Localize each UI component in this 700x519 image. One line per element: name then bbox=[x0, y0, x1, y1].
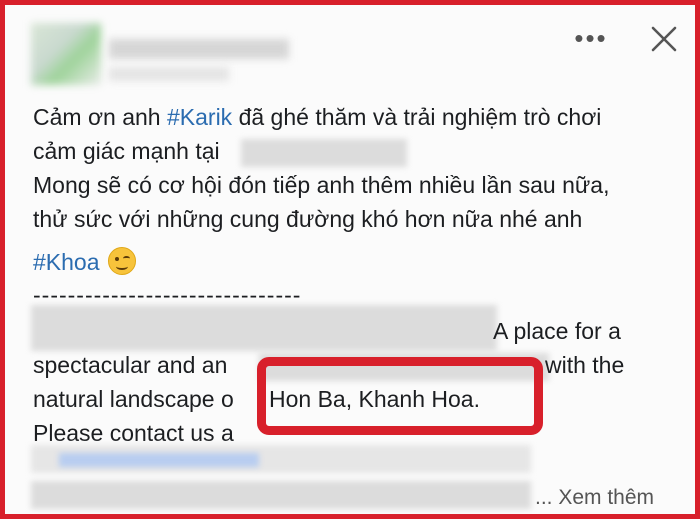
post-text-line: Please contact us a bbox=[33, 420, 234, 446]
post-text-line: thử sức với những cung đường khó hơn nữa… bbox=[33, 206, 583, 232]
hashtag-line: #Khoa bbox=[33, 247, 136, 276]
avatar[interactable] bbox=[31, 23, 101, 85]
redacted-brand-text bbox=[31, 305, 497, 351]
redacted-text bbox=[31, 481, 531, 509]
post-text-line: A place for a bbox=[493, 318, 621, 344]
post-text-line: Cảm ơn anh #Karik đã ghé thăm và trải ng… bbox=[33, 103, 601, 131]
post-text-line: with the bbox=[545, 352, 625, 378]
post-text-line: natural landscape o bbox=[33, 386, 234, 412]
author-name-blurred[interactable] bbox=[109, 39, 289, 59]
post-card: ••• Cảm ơn anh #Karik đã ghé thăm và trả… bbox=[0, 0, 700, 519]
redacted-location bbox=[241, 139, 407, 167]
text: Cảm ơn anh bbox=[33, 104, 167, 130]
post-meta-blurred bbox=[109, 67, 229, 81]
hashtag-karik[interactable]: #Karik bbox=[167, 104, 232, 130]
hashtag-khoa[interactable]: #Khoa bbox=[33, 249, 100, 275]
wink-emoji-icon bbox=[107, 247, 136, 275]
close-icon[interactable] bbox=[645, 20, 683, 58]
see-more-link[interactable]: ... Xem thêm bbox=[535, 485, 654, 511]
post-text-line: cảm giác mạnh tại bbox=[33, 138, 220, 164]
redacted-link[interactable] bbox=[59, 453, 259, 467]
highlight-annotation-box bbox=[257, 357, 543, 435]
post-text-line: spectacular and an bbox=[33, 352, 228, 378]
post-text-line: Mong sẽ có cơ hội đón tiếp anh thêm nhiề… bbox=[33, 172, 610, 198]
more-options-icon[interactable]: ••• bbox=[571, 25, 611, 55]
text: đã ghé thăm và trải nghiệm trò chơi bbox=[232, 104, 602, 130]
